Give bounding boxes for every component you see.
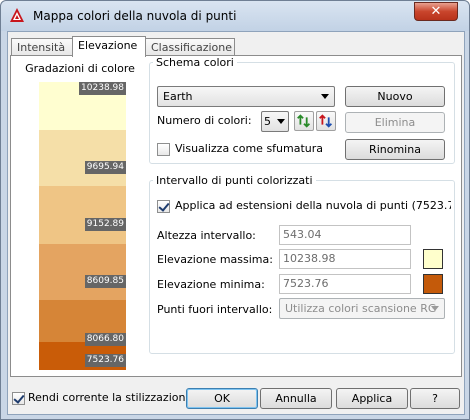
apply-extents-text: Applica ad estensioni della nuvola di pu… bbox=[175, 199, 409, 212]
gradient-tick-label: 8066.80 bbox=[84, 333, 126, 346]
color-ramp: 10238.98 9695.94 9152.89 8609.85 8066.80… bbox=[39, 82, 126, 370]
min-elevation-field[interactable]: 7523.76 bbox=[279, 274, 411, 294]
make-current-checkbox[interactable] bbox=[12, 392, 25, 405]
gradient-tick-label: 10238.98 bbox=[79, 82, 126, 95]
make-current-label: Rendi corrente la stilizzazione bbox=[28, 391, 193, 404]
ok-button[interactable]: OK bbox=[186, 388, 258, 409]
num-colors-stepper[interactable]: 5 bbox=[261, 111, 289, 132]
new-scheme-label: Nuovo bbox=[377, 90, 413, 103]
apply-button[interactable]: Applica bbox=[336, 388, 408, 409]
sort-arrows-colored-icon[interactable] bbox=[316, 111, 336, 131]
gradient-checkbox[interactable] bbox=[157, 143, 170, 156]
help-button[interactable]: ? bbox=[410, 388, 460, 409]
num-colors-value: 5 bbox=[264, 115, 271, 128]
apply-extents-checkbox[interactable] bbox=[157, 200, 170, 213]
chevron-down-icon bbox=[431, 306, 439, 311]
tab-intensita[interactable]: Intensità bbox=[11, 38, 73, 56]
min-elevation-label: Elevazione minima: bbox=[157, 278, 265, 291]
close-button[interactable]: ✕ bbox=[414, 2, 458, 21]
title-bar[interactable]: Mappa colori della nuvola di punti ✕ bbox=[1, 1, 469, 31]
rename-scheme-label: Rinomina bbox=[369, 143, 421, 156]
cancel-button[interactable]: Annulla bbox=[260, 388, 332, 409]
new-scheme-button[interactable]: Nuovo bbox=[345, 86, 445, 107]
dialog-window: Mappa colori della nuvola di punti ✕ Int… bbox=[0, 0, 470, 420]
outside-range-select[interactable]: Utilizza colori scansione RG bbox=[279, 298, 445, 319]
color-gradient-label: Gradazioni di colore bbox=[25, 62, 135, 75]
cancel-label: Annulla bbox=[275, 392, 317, 405]
color-band bbox=[39, 244, 126, 300]
gradient-tick-label: 9695.94 bbox=[84, 161, 126, 174]
sort-arrows-green-icon[interactable] bbox=[294, 111, 314, 131]
max-elevation-label: Elevazione massima: bbox=[157, 253, 273, 266]
tab-elevazione-label: Elevazione bbox=[78, 39, 138, 52]
delete-scheme-button[interactable]: Elimina bbox=[345, 112, 445, 133]
apply-extents-label: Applica ad estensioni della nuvola di pu… bbox=[175, 199, 451, 212]
elevation-tab-page: Gradazioni di colore 10238.98 9695.94 91… bbox=[10, 55, 462, 377]
tab-elevazione[interactable]: Elevazione bbox=[72, 36, 146, 57]
color-band bbox=[39, 186, 126, 244]
min-color-swatch[interactable] bbox=[423, 274, 443, 294]
apply-label: Applica bbox=[351, 392, 393, 405]
gradient-checkbox-label: Visualizza come sfumatura bbox=[175, 142, 324, 155]
ok-label: OK bbox=[214, 392, 230, 405]
colorized-range-title: Intervallo di punti colorizzati bbox=[153, 174, 316, 187]
gradient-tick-label: 8609.85 bbox=[84, 275, 126, 288]
color-scheme-selected: Earth bbox=[163, 90, 193, 103]
height-field[interactable]: 543.04 bbox=[279, 225, 411, 245]
color-scheme-title: Schema colori bbox=[153, 56, 237, 69]
color-band bbox=[39, 130, 126, 186]
window-title: Mappa colori della nuvola di punti bbox=[33, 9, 237, 23]
num-colors-label: Numero di colori: bbox=[157, 114, 252, 127]
apply-extents-value: (7523.76 bbox=[411, 199, 451, 212]
chevron-down-icon bbox=[321, 94, 329, 99]
gradient-tick-label: 7523.76 bbox=[84, 354, 126, 367]
chevron-down-icon bbox=[277, 119, 285, 124]
max-elevation-field[interactable]: 10238.98 bbox=[279, 249, 411, 269]
height-label: Altezza intervallo: bbox=[157, 229, 256, 242]
help-label: ? bbox=[432, 392, 438, 405]
tab-classificazione[interactable]: Classificazione bbox=[145, 38, 235, 56]
delete-scheme-label: Elimina bbox=[374, 116, 416, 129]
outside-range-label: Punti fuori intervallo: bbox=[157, 303, 273, 316]
rename-scheme-button[interactable]: Rinomina bbox=[345, 139, 445, 160]
color-scheme-select[interactable]: Earth bbox=[157, 86, 335, 107]
autocad-logo-icon bbox=[10, 8, 24, 22]
dialog-body: Intensità Elevazione Classificazione Gra… bbox=[7, 31, 465, 415]
max-color-swatch[interactable] bbox=[423, 249, 443, 269]
gradient-tick-label: 9152.89 bbox=[84, 218, 126, 231]
outside-range-value: Utilizza colori scansione RG bbox=[285, 302, 437, 315]
